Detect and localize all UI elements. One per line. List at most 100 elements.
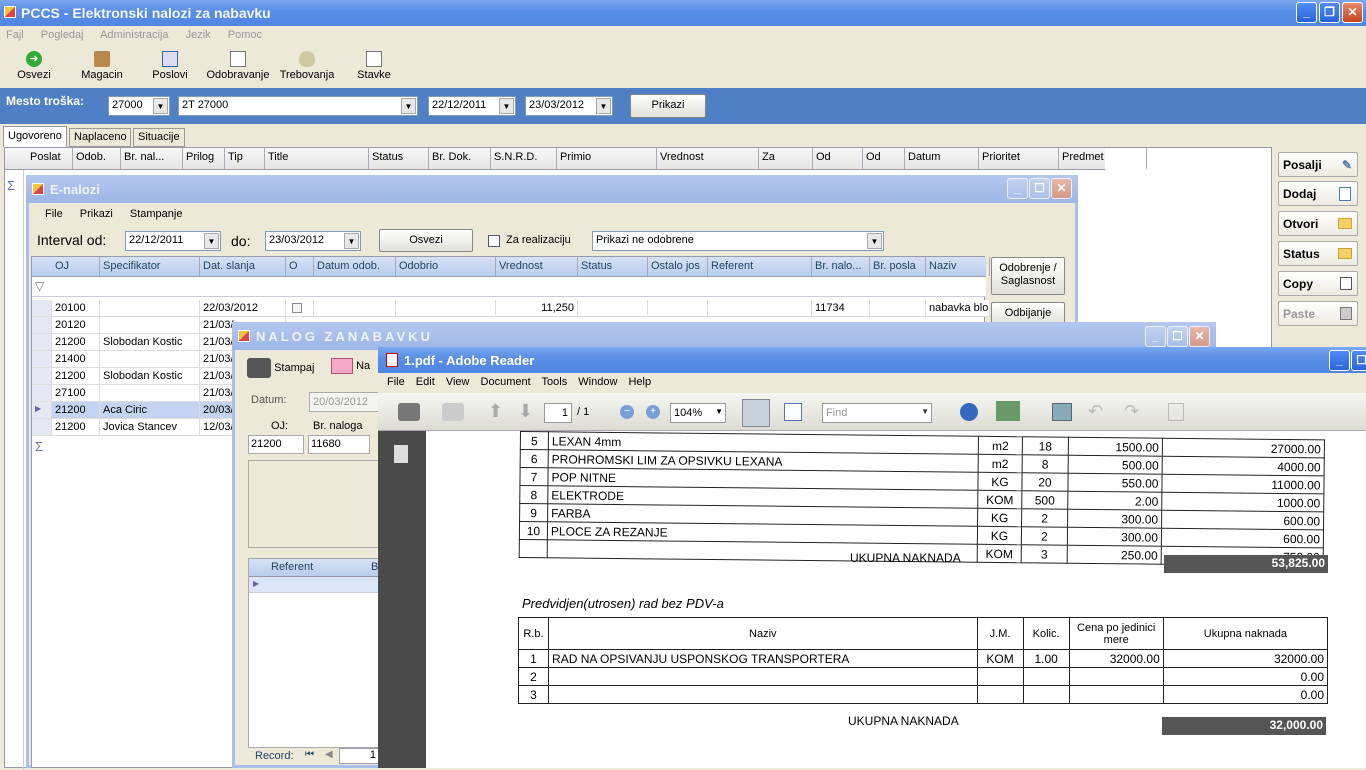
pages-panel-icon[interactable]: [394, 445, 408, 463]
fit-page-icon[interactable]: [784, 403, 802, 421]
close-button[interactable]: ✕: [1189, 326, 1210, 347]
column-header[interactable]: Poslat: [27, 148, 73, 169]
notes-area[interactable]: [248, 460, 388, 548]
oj-field[interactable]: 21200: [248, 435, 304, 454]
requisitions-button[interactable]: Trebovanja: [276, 51, 338, 81]
column-header[interactable]: Od: [863, 148, 905, 169]
forms-icon[interactable]: [996, 401, 1020, 421]
column-header[interactable]: Prilog: [183, 148, 225, 169]
pages-icon[interactable]: [1168, 403, 1184, 421]
column-header[interactable]: Br. nalo...: [812, 257, 870, 276]
minimize-button[interactable]: _: [1007, 178, 1028, 199]
show-button[interactable]: Prikazi: [630, 94, 706, 118]
find-field[interactable]: Find ▼: [822, 403, 932, 423]
menu-administracija[interactable]: Administracija: [100, 29, 168, 41]
column-header[interactable]: Za: [759, 148, 813, 169]
copy-button[interactable]: Copy: [1278, 271, 1358, 296]
paste-button[interactable]: Paste: [1278, 301, 1358, 326]
column-header[interactable]: Odobrio: [396, 257, 496, 276]
tab-situacije[interactable]: Situacije: [133, 128, 185, 147]
column-header[interactable]: Status: [578, 257, 648, 276]
open-button[interactable]: Otvori: [1278, 211, 1358, 236]
maximize-button[interactable]: ☐: [1167, 326, 1188, 347]
restore-button[interactable]: ❐: [1319, 2, 1340, 23]
referent-new-row[interactable]: ▶: [249, 577, 387, 593]
column-header[interactable]: O: [286, 257, 314, 276]
tab-ugovoreno[interactable]: Ugovoreno: [3, 126, 67, 147]
interval-from-picker[interactable]: 22/12/2011 ▼: [125, 231, 221, 251]
next-page-icon[interactable]: ⬇: [518, 401, 533, 422]
row-header[interactable]: [32, 419, 52, 436]
column-header[interactable]: Vrednost: [496, 257, 578, 276]
zoom-select[interactable]: 104% ▼: [670, 403, 726, 423]
first-record-icon[interactable]: ⏮: [305, 749, 314, 760]
date-from-picker[interactable]: 22/12/2011 ▼: [428, 96, 516, 116]
fit-width-icon[interactable]: [742, 399, 770, 427]
print-button[interactable]: Stampaj: [247, 358, 314, 378]
column-header[interactable]: Primio: [557, 148, 657, 169]
column-header[interactable]: Vrednost: [657, 148, 759, 169]
menu-tools[interactable]: Tools: [542, 376, 568, 388]
warehouse-button[interactable]: Magacin: [76, 51, 128, 81]
column-header[interactable]: Dat. slanja: [200, 257, 286, 276]
row-header[interactable]: [32, 317, 52, 334]
realization-checkbox[interactable]: [488, 235, 500, 247]
column-header[interactable]: Br. Dok.: [429, 148, 491, 169]
spellcheck-icon[interactable]: [1052, 403, 1072, 421]
menu-view[interactable]: View: [446, 376, 470, 388]
column-header[interactable]: Title: [265, 148, 369, 169]
column-header[interactable]: Odob.: [73, 148, 121, 169]
send-button[interactable]: Posalji ✎: [1278, 152, 1358, 177]
info-icon[interactable]: [960, 403, 978, 421]
na-button[interactable]: Na: [331, 358, 370, 374]
prev-record-icon[interactable]: ◀: [325, 749, 333, 760]
add-button[interactable]: Dodaj: [1278, 181, 1358, 206]
menu-document[interactable]: Document: [481, 376, 531, 388]
column-header[interactable]: Datum odob.: [314, 257, 396, 276]
column-header[interactable]: Referent: [708, 257, 812, 276]
column-header[interactable]: Datum: [905, 148, 979, 169]
column-header[interactable]: Prioritet: [979, 148, 1059, 169]
row-header[interactable]: [32, 368, 52, 385]
menu-jezik[interactable]: Jezik: [186, 29, 211, 41]
order-number-field[interactable]: 11680: [308, 435, 370, 454]
date-to-picker[interactable]: 23/03/2012 ▼: [525, 96, 613, 116]
page-number-field[interactable]: 1: [544, 403, 572, 423]
close-button[interactable]: ✕: [1051, 178, 1072, 199]
share-icon[interactable]: [442, 403, 464, 421]
approval-button[interactable]: Odobravanje: [204, 51, 272, 81]
column-header[interactable]: Br. nal...: [121, 148, 183, 169]
cost-center-code-select[interactable]: 27000 ▼: [108, 96, 170, 116]
cost-center-name-select[interactable]: 2T 27000 ▼: [178, 96, 418, 116]
jobs-button[interactable]: Poslovi: [146, 51, 194, 81]
tab-naplaceno[interactable]: Naplaceno: [69, 128, 131, 147]
column-header[interactable]: Naziv: [926, 257, 990, 276]
menu-pomoc[interactable]: Pomoc: [228, 29, 262, 41]
maximize-button[interactable]: ☐: [1029, 178, 1050, 199]
record-field[interactable]: 1: [339, 748, 379, 764]
prev-page-icon[interactable]: ⬆: [488, 401, 503, 422]
row-header[interactable]: [32, 385, 52, 402]
redo-icon[interactable]: ↷: [1124, 401, 1139, 422]
close-button[interactable]: ✕: [1342, 2, 1363, 23]
column-header[interactable]: Br. posla: [870, 257, 926, 276]
column-header[interactable]: Od: [813, 148, 863, 169]
row-header[interactable]: [32, 334, 52, 351]
refresh-button[interactable]: Osvezi: [379, 229, 473, 252]
approved-checkbox[interactable]: [292, 303, 302, 313]
column-header[interactable]: OJ: [52, 257, 100, 276]
interval-to-picker[interactable]: 23/03/2012 ▼: [265, 231, 361, 251]
column-header[interactable]: Specifikator: [100, 257, 200, 276]
row-header[interactable]: [32, 300, 52, 317]
minimize-button[interactable]: _: [1329, 350, 1350, 371]
column-header[interactable]: S.N.R.D.: [491, 148, 557, 169]
column-header[interactable]: Status: [369, 148, 429, 169]
approve-button[interactable]: Odobrenje / Saglasnost: [991, 257, 1065, 295]
table-row[interactable]: 20100 22/03/2012 11,250 11734 nabavka blo: [32, 300, 990, 317]
approval-filter-select[interactable]: Prikazi ne odobrene ▼: [592, 231, 884, 251]
menu-prikazi[interactable]: Prikazi: [80, 208, 113, 220]
items-button[interactable]: Stavke: [348, 51, 400, 81]
menu-stampanje[interactable]: Stampanje: [130, 208, 183, 220]
menu-help[interactable]: Help: [628, 376, 651, 388]
menu-fajl[interactable]: Fajl: [6, 29, 24, 41]
